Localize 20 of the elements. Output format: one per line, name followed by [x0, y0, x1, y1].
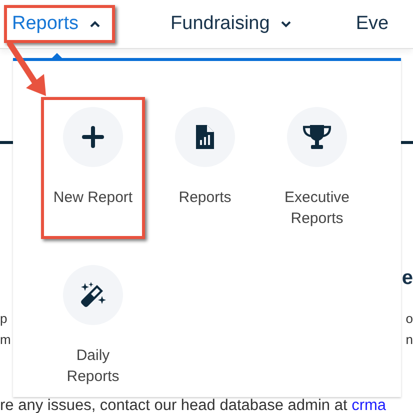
notice-text: re any issues, contact our head database admin at crma [0, 398, 388, 413]
menu-tile[interactable]: Executive Reports [265, 97, 369, 239]
nav-item[interactable]: Fundraising [164, 7, 300, 41]
magic-wand-icon [80, 282, 106, 308]
menu-tile[interactable]: New Report [41, 97, 145, 239]
document-chart-icon [196, 125, 214, 149]
text-fragment: m [0, 331, 11, 349]
text-fragment: o [406, 310, 413, 328]
nav-item[interactable]: Eve [350, 7, 397, 41]
menu-tile[interactable]: Reports [153, 97, 257, 239]
menu-tile[interactable]: Daily Reports [41, 255, 145, 397]
plus-icon [82, 126, 104, 148]
email-link[interactable]: crma [352, 397, 386, 413]
caret-down-icon [280, 20, 292, 28]
text-fragment: p [0, 310, 8, 328]
heading-fragment: e [402, 268, 413, 288]
caret-up-icon [88, 20, 101, 28]
nav-item[interactable]: Reports [4, 5, 115, 43]
trophy-icon [303, 125, 331, 149]
text-fragment: n [406, 331, 413, 349]
